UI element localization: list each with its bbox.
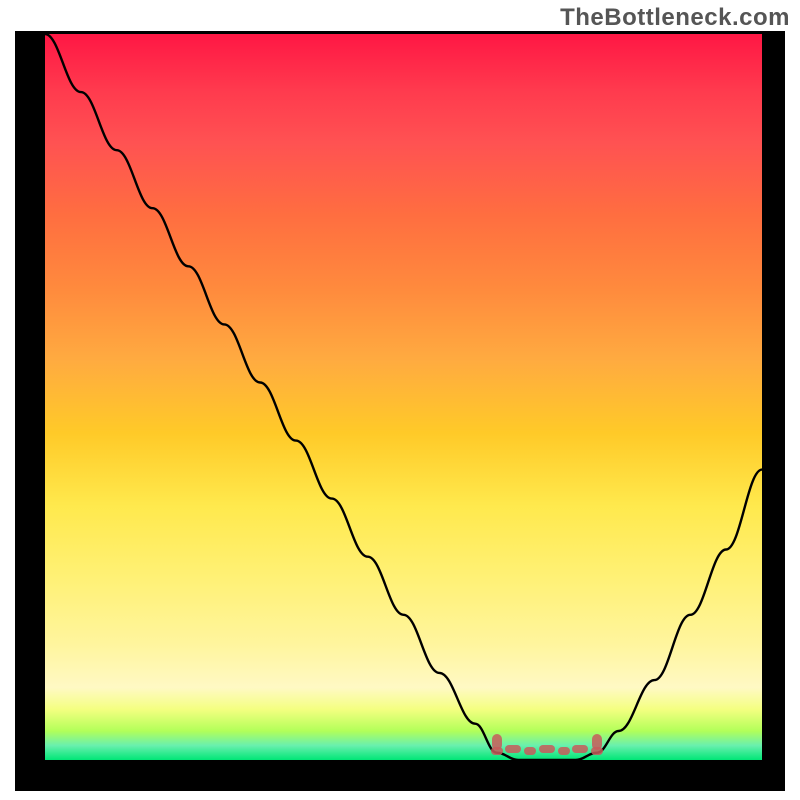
optimal-zone-start-cap (492, 734, 502, 750)
bottleneck-curve (45, 34, 762, 760)
optimal-zone-end-cap (592, 734, 602, 750)
optimal-zone-blob (505, 745, 521, 753)
chart-container: TheBottleneck.com (0, 0, 800, 800)
plot-frame (15, 31, 785, 791)
optimal-zone-blob (572, 745, 588, 753)
optimal-zone-blob (539, 745, 555, 753)
optimal-zone-blob (558, 747, 570, 755)
curve-svg (45, 34, 762, 760)
watermark-text: TheBottleneck.com (560, 4, 790, 32)
plot-area (45, 34, 762, 760)
optimal-zone-blob (524, 747, 536, 755)
